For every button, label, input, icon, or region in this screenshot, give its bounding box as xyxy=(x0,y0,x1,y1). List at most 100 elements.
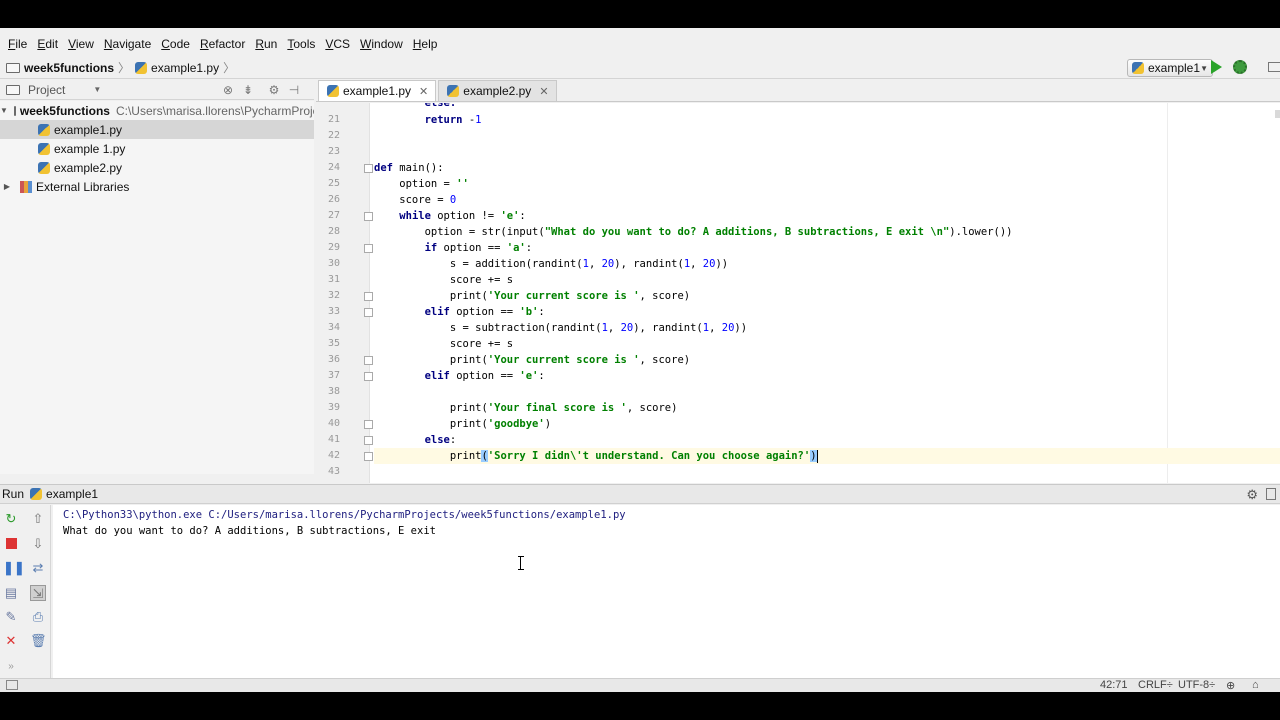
gear-icon[interactable]: ⚙ xyxy=(1246,487,1258,503)
tree-item-file[interactable]: example2.py xyxy=(0,158,314,177)
line-number[interactable]: 33 xyxy=(316,306,340,317)
menu-bar: File Edit View Navigate Code Refactor Run Tools… xyxy=(0,34,1280,54)
fold-marker-icon[interactable] xyxy=(364,212,373,221)
run-configuration-select[interactable]: example1 ▼ xyxy=(1127,59,1213,77)
tree-item-root[interactable]: ▼ week5functions C:\Users\marisa.llorens… xyxy=(0,101,314,120)
run-icon[interactable] xyxy=(1211,60,1222,74)
fold-marker-icon[interactable] xyxy=(364,164,373,173)
line-number[interactable]: 21 xyxy=(316,114,340,125)
menu-navigate[interactable]: Navigate xyxy=(99,34,156,54)
menu-view[interactable]: View xyxy=(63,34,99,54)
inspector-icon[interactable]: ⌂ xyxy=(1252,679,1259,691)
pause-icon[interactable]: ❚❚ xyxy=(3,560,25,576)
python-file-icon xyxy=(1132,62,1144,74)
close-icon[interactable]: ✕ xyxy=(3,633,19,649)
line-number[interactable]: 39 xyxy=(316,402,340,413)
line-number[interactable]: 40 xyxy=(316,418,340,429)
fold-marker-icon[interactable] xyxy=(364,244,373,253)
stop-icon[interactable] xyxy=(3,536,19,552)
caret-position[interactable]: 42:71 xyxy=(1100,679,1128,691)
menu-refactor[interactable]: Refactor xyxy=(195,34,250,54)
fold-marker-icon[interactable] xyxy=(364,452,373,461)
rerun-icon[interactable]: ↻ xyxy=(3,511,19,527)
project-view-select[interactable]: Project xyxy=(28,83,65,97)
soft-wrap-icon[interactable]: ⇄ xyxy=(30,560,46,576)
debug-icon[interactable] xyxy=(1233,60,1247,74)
gear-icon[interactable]: ⚙ xyxy=(267,83,281,97)
line-number[interactable]: 22 xyxy=(316,130,340,141)
tree-item-file[interactable]: example1.py xyxy=(0,120,314,139)
line-number[interactable]: 31 xyxy=(316,274,340,285)
fold-marker-icon[interactable] xyxy=(364,308,373,317)
scroll-from-source-icon[interactable]: ⊗ xyxy=(221,83,235,97)
python-file-icon xyxy=(38,123,50,136)
breadcrumb-project[interactable]: week5functions 〉 xyxy=(6,59,135,76)
file-encoding[interactable]: UTF-8÷ xyxy=(1178,679,1215,691)
inspection-status-icon xyxy=(1275,110,1280,118)
hide-panel-icon[interactable]: ⊣ xyxy=(287,83,301,97)
tree-item-libraries[interactable]: ▶ External Libraries xyxy=(0,177,314,196)
line-number[interactable]: 41 xyxy=(316,434,340,445)
close-icon[interactable]: ✕ xyxy=(539,85,548,98)
expand-arrow-icon[interactable]: ▶ xyxy=(0,182,14,191)
line-number[interactable]: 42 xyxy=(316,450,340,461)
more-icon[interactable]: » xyxy=(3,659,19,675)
fold-marker-icon[interactable] xyxy=(364,292,373,301)
close-icon[interactable]: ✕ xyxy=(419,85,428,98)
fold-marker-icon[interactable] xyxy=(364,436,373,445)
menu-help[interactable]: Help xyxy=(408,34,443,54)
line-ending[interactable]: CRLF÷ xyxy=(1138,679,1173,691)
chevron-down-icon[interactable]: ▼ xyxy=(93,85,101,94)
menu-window[interactable]: Window xyxy=(355,34,408,54)
menu-run[interactable]: Run xyxy=(250,34,282,54)
line-number[interactable]: 26 xyxy=(316,194,340,205)
lock-icon[interactable]: ⊕ xyxy=(1226,679,1235,692)
restore-layout-icon[interactable]: ▤ xyxy=(3,585,19,601)
menu-tools[interactable]: Tools xyxy=(282,34,320,54)
scroll-to-end-icon[interactable]: ⇲ xyxy=(30,585,46,601)
editor-gutter[interactable]: 21 22 23 24 25 26 27 28 29 30 31 32 33 34 35 36 37 38 39 40… xyxy=(316,103,373,483)
tree-item-file[interactable]: example 1.py xyxy=(0,139,314,158)
fold-marker-icon[interactable] xyxy=(364,420,373,429)
line-number[interactable]: 43 xyxy=(316,466,340,477)
print-icon[interactable]: ⎙ xyxy=(30,609,46,625)
toolbar-overflow-icon[interactable] xyxy=(1268,62,1280,72)
menu-code[interactable]: Code xyxy=(156,34,195,54)
line-number[interactable]: 36 xyxy=(316,354,340,365)
breadcrumb-file[interactable]: example1.py 〉 xyxy=(135,59,240,76)
arrow-up-icon[interactable]: ⇧ xyxy=(30,511,46,527)
line-number[interactable]: 25 xyxy=(316,178,340,189)
fold-marker-icon[interactable] xyxy=(364,356,373,365)
line-number[interactable]: 32 xyxy=(316,290,340,301)
tab-example1-py[interactable]: example1.py ✕ xyxy=(318,80,437,101)
run-console[interactable]: C:\Python33\python.exe C:/Users/marisa.l… xyxy=(53,505,1280,685)
arrow-down-icon[interactable]: ⇩ xyxy=(30,536,46,552)
collapse-all-icon[interactable]: ⇟ xyxy=(241,83,255,97)
line-number[interactable]: 35 xyxy=(316,338,340,349)
line-number[interactable]: 38 xyxy=(316,386,340,397)
tab-example2-py[interactable]: example2.py ✕ xyxy=(438,80,557,101)
code-editor[interactable]: 21 22 23 24 25 26 27 28 29 30 31 32 33 34 35 36 37 38 39 40… xyxy=(316,103,1280,483)
line-number[interactable]: 27 xyxy=(316,210,340,221)
run-toolbar-secondary: ⇧ ⇩ ⇄ ⇲ ⎙ 🗑 xyxy=(27,505,51,685)
line-number[interactable]: 37 xyxy=(316,370,340,381)
trash-icon[interactable]: 🗑 xyxy=(30,633,47,649)
expand-arrow-icon[interactable]: ▼ xyxy=(0,106,8,115)
menu-vcs[interactable]: VCS xyxy=(320,34,355,54)
line-number[interactable]: 28 xyxy=(316,226,340,237)
menu-file[interactable]: File xyxy=(3,34,32,54)
folder-icon xyxy=(13,105,16,116)
pin-icon[interactable]: ✎ xyxy=(3,609,19,625)
tree-item-label: example1.py xyxy=(54,122,123,137)
line-number[interactable]: 29 xyxy=(316,242,340,253)
line-number[interactable]: 24 xyxy=(316,162,340,173)
hide-panel-icon[interactable] xyxy=(1266,488,1276,500)
fold-marker-icon[interactable] xyxy=(364,372,373,381)
line-number[interactable]: 23 xyxy=(316,146,340,157)
menu-edit[interactable]: Edit xyxy=(32,34,63,54)
tool-windows-icon[interactable] xyxy=(6,680,18,690)
line-number[interactable]: 34 xyxy=(316,322,340,333)
line-number[interactable]: 30 xyxy=(316,258,340,269)
tree-item-label: External Libraries xyxy=(36,179,130,194)
